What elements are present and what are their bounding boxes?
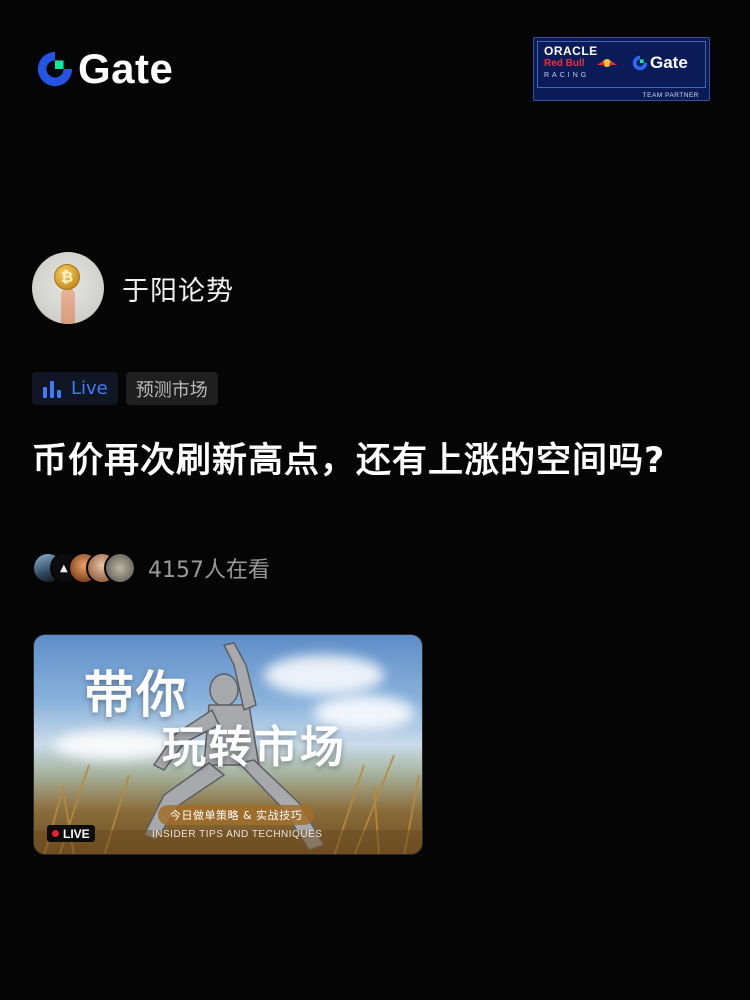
bitcoin-icon	[54, 264, 80, 290]
partner-gate-logo: Gate	[632, 53, 688, 73]
live-room-page: Gate ORACLE Red Bull RACING Gate TEAM PA…	[0, 0, 750, 1000]
banner-headline-2: 玩转市场	[162, 722, 346, 773]
bar-chart-icon	[43, 380, 61, 398]
team-partner-badge: ORACLE Red Bull RACING Gate TEAM PARTNER	[533, 37, 710, 101]
live-dot-icon	[52, 830, 59, 837]
redbull-bull-icon	[597, 59, 617, 67]
live-tag[interactable]: Live	[32, 372, 118, 405]
live-stream-banner[interactable]: 带你 玩转市场 今日做单策略 & 实战技巧 INSIDER TIPS AND T…	[33, 634, 423, 855]
category-tag[interactable]: 预测市场	[125, 372, 218, 405]
gate-logo-icon	[632, 55, 648, 71]
viewer-avatar	[104, 552, 136, 584]
viewers-row: 4157人在看	[32, 552, 270, 584]
banner-subtitle: INSIDER TIPS AND TECHNIQUES	[152, 829, 323, 840]
avatar[interactable]	[32, 252, 104, 324]
partner-oracle-text: ORACLE	[544, 44, 598, 58]
partner-racing-text: RACING	[544, 72, 590, 79]
gate-logo-icon	[37, 51, 73, 87]
author-name[interactable]: 于阳论势	[122, 269, 234, 308]
banner-strategy-pill: 今日做单策略 & 实战技巧	[158, 805, 315, 825]
live-tag-label: Live	[71, 378, 108, 399]
gate-logo-text: Gate	[78, 45, 174, 92]
partner-gate-text: Gate	[650, 53, 688, 72]
author-row[interactable]: 于阳论势	[32, 252, 234, 324]
tag-row: Live 预测市场	[32, 372, 218, 405]
post-title: 币价再次刷新高点，还有上涨的空间吗?	[32, 441, 666, 481]
partner-redbull-text: Red Bull	[544, 58, 585, 69]
viewer-count: 4157人在看	[148, 558, 270, 583]
gate-logo[interactable]: Gate	[36, 45, 174, 92]
category-tag-label: 预测市场	[135, 379, 208, 401]
live-badge-label: LIVE	[63, 826, 90, 841]
live-badge: LIVE	[47, 825, 95, 842]
avatar-finger	[61, 288, 75, 324]
team-partner-label: TEAM PARTNER	[642, 92, 699, 99]
